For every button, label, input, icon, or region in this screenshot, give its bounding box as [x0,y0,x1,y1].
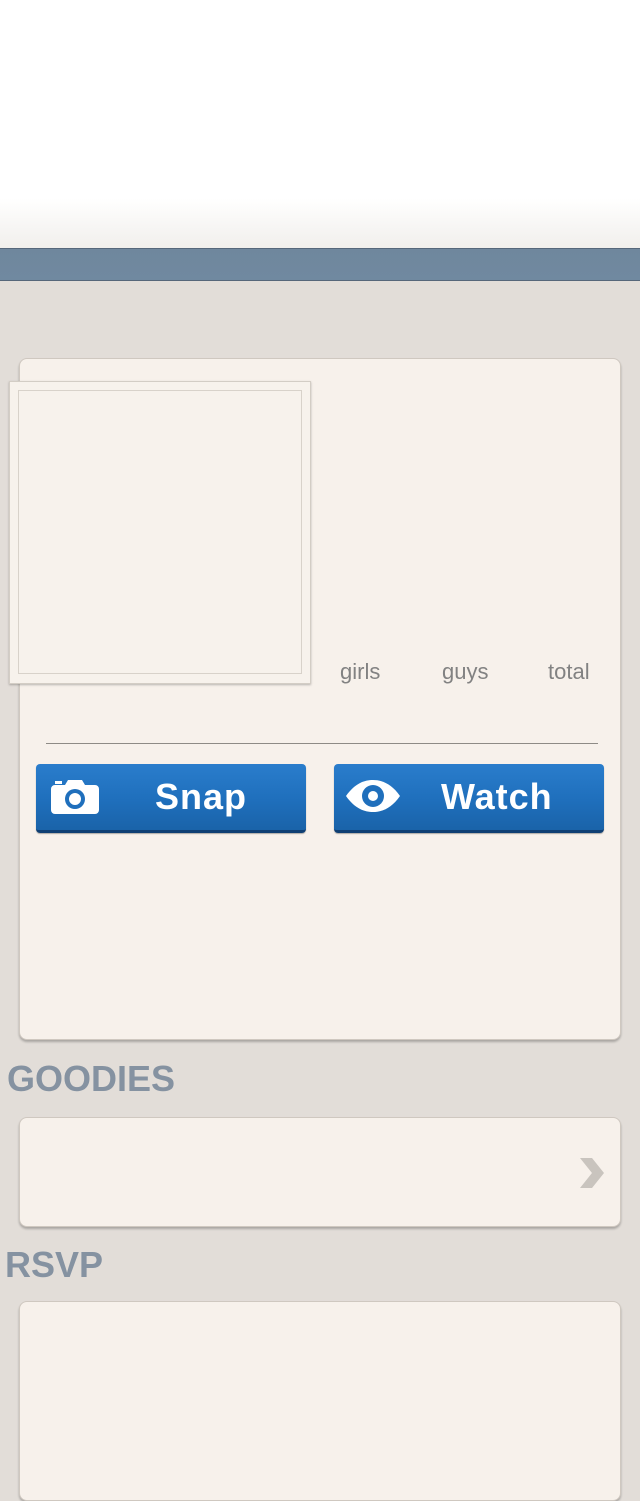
total-label: total [548,659,590,684]
top-header [0,0,640,248]
goodies-heading: GOODIES [7,1058,176,1099]
snap-button-label: Snap [155,776,248,817]
event-photo-inner [18,390,302,674]
stats-divider [46,743,598,744]
snap-button[interactable]: Snap [36,764,306,833]
nav-bar [0,248,640,281]
rsvp-card [19,1301,621,1501]
event-photo[interactable] [9,381,311,684]
chevron-right-icon [576,1157,606,1194]
goodies-card[interactable] [19,1117,621,1227]
watch-button-label: Watch [441,776,553,817]
rsvp-heading: RSVP [5,1244,104,1285]
eye-icon [345,779,401,818]
girls-label: girls [340,659,381,684]
camera-icon [51,778,99,819]
watch-button[interactable]: Watch [334,764,604,833]
guys-label: guys [442,659,489,684]
